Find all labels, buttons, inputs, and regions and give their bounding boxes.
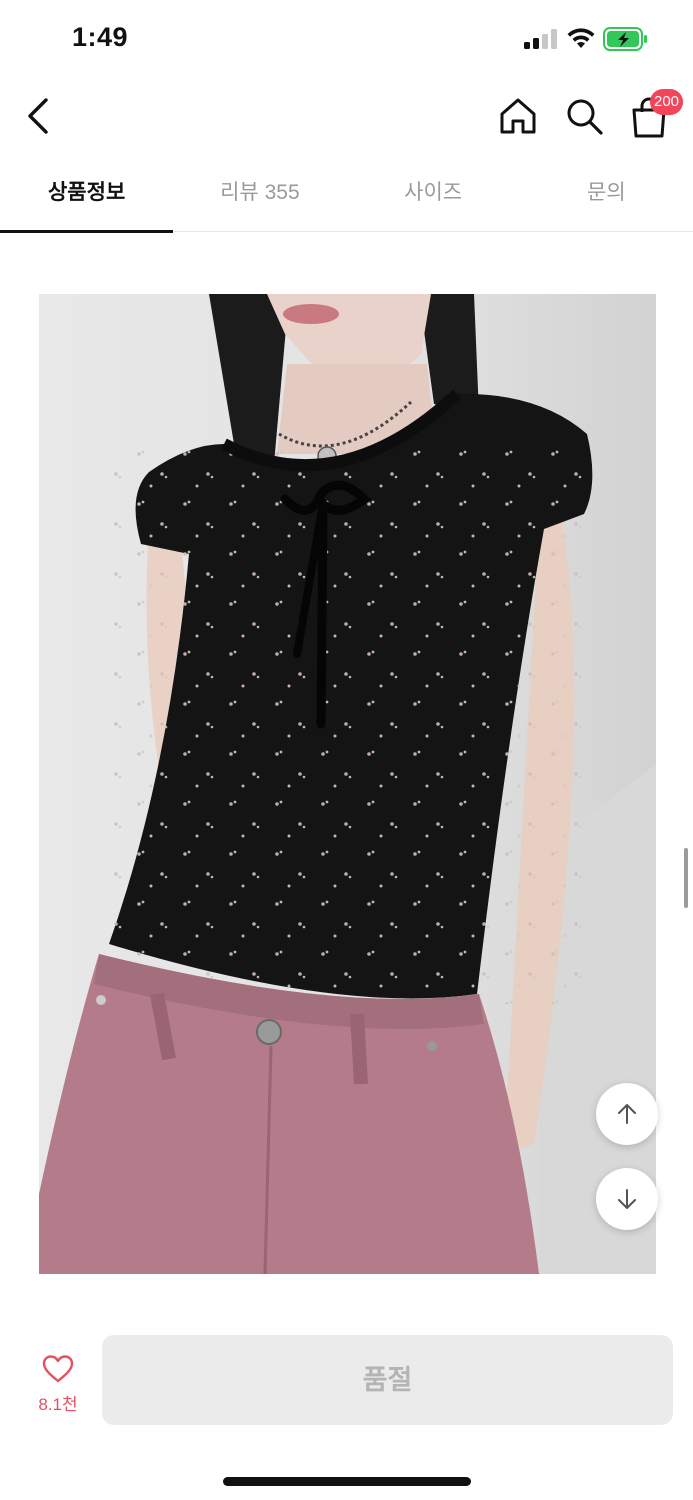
arrow-up-icon <box>618 1104 636 1124</box>
tab-product-info[interactable]: 상품정보 <box>0 160 174 233</box>
home-indicator <box>223 1477 471 1486</box>
nav-bar <box>0 80 693 152</box>
heart-icon <box>42 1355 74 1383</box>
product-image <box>39 294 656 1274</box>
arrow-down-icon <box>618 1189 636 1209</box>
back-chevron-icon[interactable] <box>22 94 58 138</box>
tab-bar: 상품정보 리뷰 355 사이즈 문의 <box>0 160 693 233</box>
like-count: 8.1천 <box>38 1395 78 1414</box>
like-button[interactable]: 8.1천 <box>22 1350 94 1420</box>
sold-out-button[interactable]: 품절 <box>102 1335 673 1425</box>
status-bar: 1:49 <box>0 0 693 76</box>
tab-size[interactable]: 사이즈 <box>347 160 520 232</box>
search-icon[interactable] <box>562 94 606 138</box>
scrollbar[interactable] <box>684 848 688 908</box>
status-time: 1:49 <box>72 22 129 52</box>
scroll-to-bottom-button[interactable] <box>596 1168 658 1230</box>
cart-count-badge: 200 <box>650 89 684 115</box>
scroll-to-top-button[interactable] <box>596 1083 658 1145</box>
battery-charging-icon <box>603 27 647 51</box>
home-icon[interactable] <box>496 94 540 138</box>
wifi-icon <box>567 28 595 48</box>
tab-reviews[interactable]: 리뷰 355 <box>173 160 346 232</box>
signal-icon <box>524 29 557 49</box>
tab-inquiry[interactable]: 문의 <box>520 160 693 232</box>
